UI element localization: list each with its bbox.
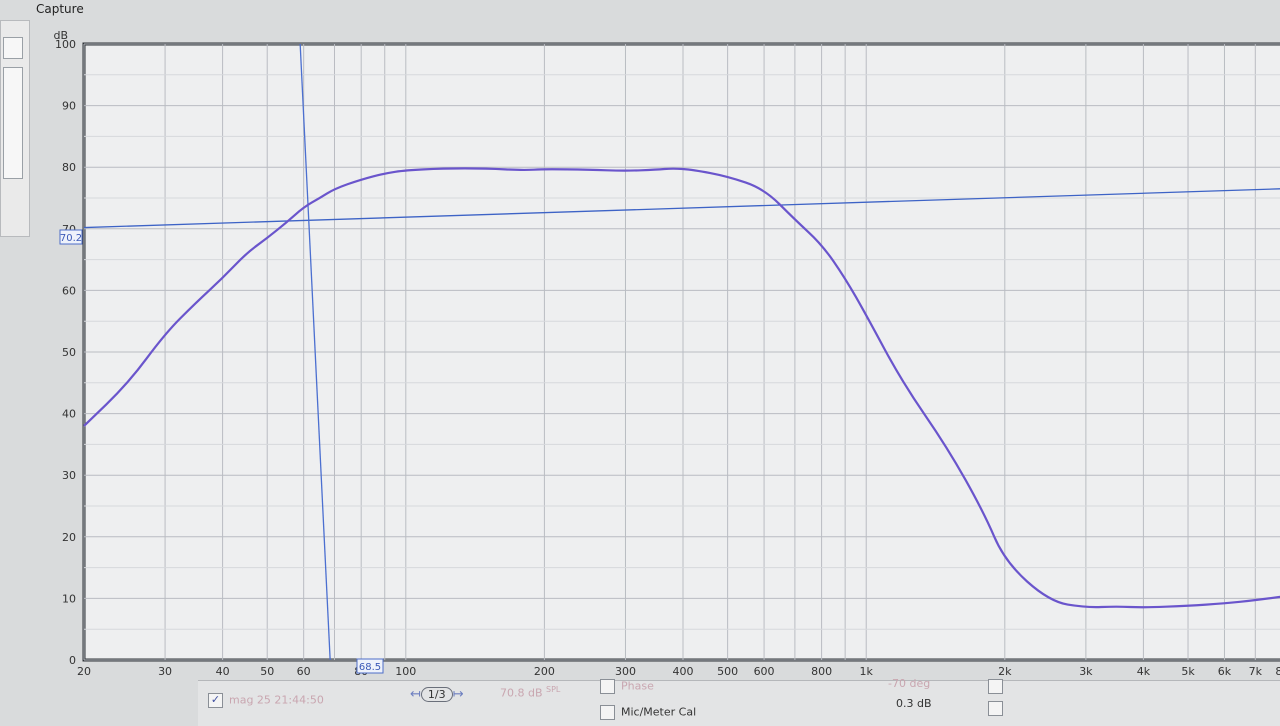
x-tick-label: 600 xyxy=(754,665,775,678)
y-axis-unit-label: dB xyxy=(53,29,68,42)
x-tick-label: 300 xyxy=(615,665,636,678)
x-tick-label: 7k xyxy=(1249,665,1263,678)
smoothing-value: 1/3 xyxy=(420,687,453,702)
y-tick-label: 60 xyxy=(62,284,76,297)
x-tick-label: 200 xyxy=(534,665,555,678)
y-tick-label: 0 xyxy=(69,654,76,667)
x-tick-label: 40 xyxy=(216,665,230,678)
level-readout-group: 70.8 dB SPL xyxy=(500,685,560,700)
y-tick-label: 10 xyxy=(62,592,76,605)
y-tick-label: 30 xyxy=(62,469,76,482)
y-tick-label: 20 xyxy=(62,531,76,544)
step-db-readout: 0.3 dB xyxy=(896,697,932,710)
x-tick-label: 2k xyxy=(998,665,1012,678)
y-tick-labels: 0102030405060708090100 xyxy=(55,38,76,667)
phase-label: Phase xyxy=(621,679,654,693)
x-tick-label: 6k xyxy=(1218,665,1232,678)
y-tick-label: 40 xyxy=(62,408,76,421)
phase-toggle[interactable]: Phase xyxy=(600,679,654,694)
frequency-response-chart[interactable]: 0102030405060708090100 20304050608010020… xyxy=(0,0,1280,680)
x-tick-label: 30 xyxy=(158,665,172,678)
phase-deg-readout: -70 deg xyxy=(888,677,931,690)
cursor-y-readout: 70.2 xyxy=(60,233,82,244)
level-readout: 70.8 dB xyxy=(500,686,543,700)
cursor-x-readout: 68.5 xyxy=(359,662,381,673)
legend-label: mag 25 21:44:50 xyxy=(229,693,324,707)
mic-cal-toggle[interactable]: Mic/Meter Cal xyxy=(600,705,696,720)
option-checkbox-1[interactable] xyxy=(988,679,1003,694)
y-tick-label: 80 xyxy=(62,161,76,174)
legend-checkbox[interactable]: ✓ xyxy=(208,693,223,708)
x-tick-label: 3k xyxy=(1079,665,1093,678)
x-tick-label: 60 xyxy=(297,665,311,678)
x-tick-label: 20 xyxy=(77,665,91,678)
x-tick-label: 5k xyxy=(1181,665,1195,678)
mic-cal-label: Mic/Meter Cal xyxy=(621,705,697,719)
y-tick-label: 50 xyxy=(62,346,76,359)
x-tick-label: 1k xyxy=(860,665,874,678)
bottom-control-panel: ✓ mag 25 21:44:50 ↤ 1/3 ↦ 70.8 dB SPL Phase… xyxy=(198,677,1280,726)
option-toggle-2[interactable] xyxy=(988,701,1009,716)
x-tick-label: 500 xyxy=(717,665,738,678)
x-tick-label: 4k xyxy=(1137,665,1151,678)
option-checkbox-2[interactable] xyxy=(988,701,1003,716)
y-tick-label: 90 xyxy=(62,100,76,113)
x-tick-label: 8k xyxy=(1275,665,1280,678)
legend-entry[interactable]: ✓ mag 25 21:44:50 xyxy=(208,693,324,708)
x-tick-labels: 2030405060801002003004005006008001k2k3k4… xyxy=(77,665,1280,678)
x-tick-label: 400 xyxy=(673,665,694,678)
option-toggle-1[interactable] xyxy=(988,679,1009,694)
arrow-left-icon[interactable]: ↤ xyxy=(410,687,421,702)
arrow-right-icon[interactable]: ↦ xyxy=(453,687,464,702)
grid xyxy=(83,43,1280,661)
x-tick-label: 800 xyxy=(811,665,832,678)
x-tick-label: 50 xyxy=(260,665,274,678)
smoothing-control[interactable]: ↤ 1/3 ↦ xyxy=(410,687,464,702)
phase-checkbox[interactable] xyxy=(600,679,615,694)
level-unit: SPL xyxy=(546,685,561,694)
x-tick-label: 100 xyxy=(395,665,416,678)
mic-cal-checkbox[interactable] xyxy=(600,705,615,720)
